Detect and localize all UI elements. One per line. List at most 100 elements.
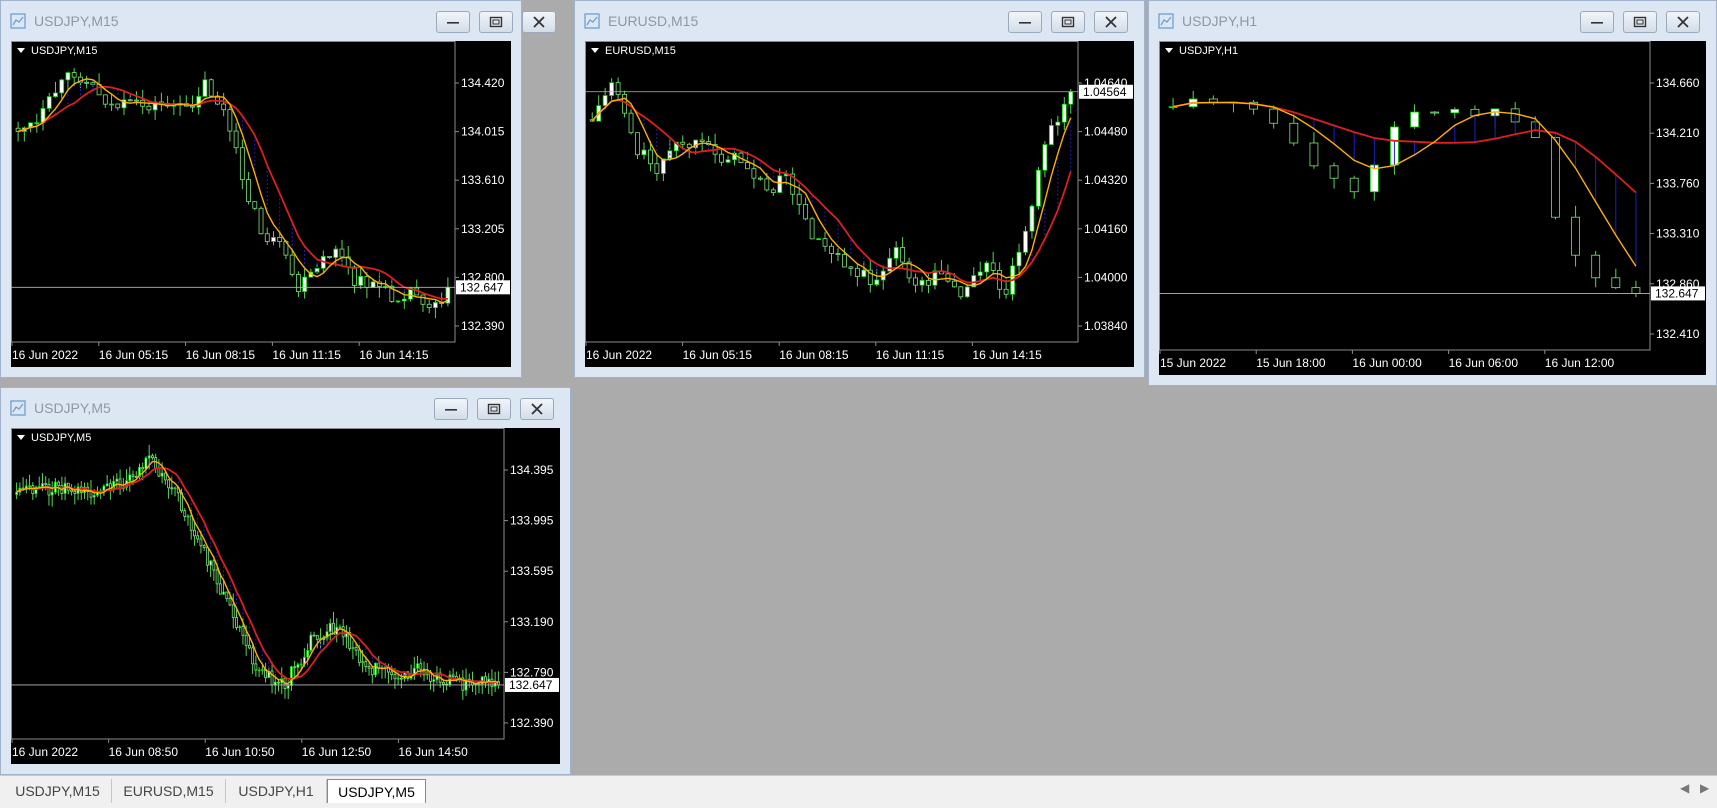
minimize-button[interactable] — [436, 11, 470, 33]
chart-area[interactable]: 134.420 134.015 133.610 133.205 132.800 132.3… — [11, 41, 511, 367]
window-titlebar[interactable]: USDJPY,H1 — [1149, 1, 1716, 41]
price-chart[interactable]: 134.660134.210133.760133.310132.860132.4… — [1159, 41, 1706, 375]
close-button[interactable] — [520, 398, 554, 420]
close-button[interactable] — [522, 11, 556, 33]
close-button[interactable] — [1094, 11, 1128, 33]
tab-scroll-right-icon[interactable]: ▶ — [1700, 781, 1709, 795]
time-tick-label: 15 Jun 18:00 — [1256, 356, 1326, 370]
candle-bear — [84, 81, 90, 84]
candle-bull — [432, 679, 436, 682]
tab-eurusd-m15[interactable]: EURUSD,M15 — [112, 779, 226, 803]
candle-bear — [44, 483, 48, 485]
candle-bear — [829, 245, 834, 254]
candle-bear — [244, 634, 248, 646]
candle-bear — [157, 467, 161, 477]
time-tick-label: 16 Jun 08:15 — [186, 348, 256, 362]
candle-bull — [361, 661, 364, 663]
candle-bull — [816, 238, 821, 241]
window-titlebar[interactable]: EURUSD,M15 — [575, 1, 1144, 41]
candle-bear — [183, 510, 187, 517]
maximize-button[interactable] — [1623, 11, 1657, 33]
chart-symbol-label[interactable]: USDJPY,M15 — [17, 45, 97, 57]
window-titlebar[interactable]: USDJPY,M15 — [1, 1, 556, 41]
chart-area[interactable]: 134.395 133.995 133.595 133.190 132.790 132.3… — [11, 428, 560, 764]
candle-bear — [357, 649, 361, 663]
price-tick-label: 134.660 — [1656, 76, 1700, 90]
candle-bull — [144, 457, 148, 470]
chart-area[interactable]: 134.660 134.210 133.760 133.310 132.860 132.4… — [1159, 41, 1706, 375]
minimize-button[interactable] — [1008, 11, 1042, 33]
tab-usdjpy-h1[interactable]: USDJPY,H1 — [226, 779, 327, 803]
maximize-button[interactable] — [479, 11, 513, 33]
candle-bear — [233, 130, 239, 149]
candle-bear — [277, 237, 283, 242]
candle-bear — [141, 466, 145, 470]
chart-window-eurusd-m15[interactable]: EURUSD,M15 1.04640 1.04480 1.04320 1.04160 1… — [574, 0, 1145, 378]
candle-bear — [258, 207, 264, 235]
chart-area[interactable]: 1.04640 1.04480 1.04320 1.04160 1.04000 1.038… — [585, 41, 1134, 367]
candle-bull — [1023, 230, 1028, 253]
candle-bull — [41, 483, 44, 487]
candle-bull — [271, 237, 276, 242]
price-chart[interactable]: 134.420134.015133.610133.205132.800132.3… — [11, 41, 511, 367]
candle-bear — [163, 472, 167, 481]
price-chart[interactable]: 1.046401.044801.043201.041601.040001.038… — [585, 41, 1134, 367]
candle-bull — [861, 269, 867, 277]
candle-bear — [945, 273, 951, 282]
close-icon — [1105, 16, 1117, 28]
chart-symbol-label[interactable]: USDJPY,M5 — [17, 432, 91, 444]
candle-bull — [147, 455, 151, 459]
candle-bear — [354, 647, 358, 651]
tab-usdjpy-m5[interactable]: USDJPY,M5 — [327, 779, 426, 803]
candle-bear — [628, 112, 634, 134]
chart-symbol-label[interactable]: USDJPY,H1 — [1165, 45, 1238, 57]
chart-window-usdjpy-h1[interactable]: USDJPY,H1 134.660 134.210 133.760 133.310 13… — [1148, 0, 1717, 386]
maximize-button[interactable] — [477, 398, 511, 420]
candle-bear — [154, 457, 158, 469]
candle-bull — [1029, 205, 1035, 232]
price-tick-label: 133.205 — [461, 222, 505, 236]
candle-bear — [193, 529, 196, 537]
tab-usdjpy-m15[interactable]: USDJPY,M15 — [4, 779, 112, 803]
time-tick-label: 16 Jun 12:00 — [1545, 356, 1615, 370]
minimize-button[interactable] — [1580, 11, 1614, 33]
window-titlebar[interactable]: USDJPY,M5 — [1, 388, 570, 428]
price-chart[interactable]: 134.395133.995133.595133.190132.790132.3… — [11, 428, 560, 764]
candle-bear — [352, 266, 357, 286]
candle-bull — [358, 276, 364, 286]
maximize-icon — [1061, 16, 1075, 28]
chart-window-usdjpy-m15[interactable]: USDJPY,M15 134.420 134.015 133.610 133.205 1… — [0, 0, 556, 378]
candle-bull — [328, 622, 332, 633]
candle-bear — [745, 162, 750, 170]
candle-bear — [951, 280, 957, 288]
close-button[interactable] — [1666, 11, 1700, 33]
candle-bear — [399, 677, 403, 680]
candle-bear — [277, 681, 280, 684]
candle-bear — [89, 491, 93, 498]
candle-bull — [401, 298, 407, 302]
chart-window-usdjpy-m5[interactable]: USDJPY,M5 134.395 133.995 133.595 133.190 13… — [0, 387, 571, 775]
moving-average-fast — [16, 460, 499, 685]
candle-bear — [1571, 216, 1580, 256]
candle-bear — [1329, 165, 1339, 179]
tab-scroll-left-icon[interactable]: ◀ — [1680, 781, 1689, 795]
candle-bear — [239, 147, 245, 181]
plot-frame — [585, 41, 1079, 343]
candle-bear — [926, 279, 931, 286]
candle-bear — [212, 560, 216, 571]
time-tick-label: 16 Jun 00:00 — [1352, 356, 1422, 370]
chart-symbol-label[interactable]: EURUSD,M15 — [591, 45, 676, 57]
candle-bull — [257, 669, 261, 672]
time-tick-label: 16 Jun 2022 — [12, 348, 78, 362]
price-tick-label: 133.760 — [1656, 176, 1700, 190]
candle-bull — [92, 494, 96, 498]
minimize-button[interactable] — [434, 398, 468, 420]
candle-bull — [302, 276, 308, 292]
candle-bull — [1410, 111, 1419, 128]
price-tick-label: 134.015 — [461, 125, 505, 139]
candle-bear — [312, 634, 316, 637]
maximize-button[interactable] — [1051, 11, 1085, 33]
candle-bull — [46, 96, 52, 109]
time-tick-label: 16 Jun 08:15 — [779, 348, 849, 362]
candle-bear — [635, 132, 640, 156]
